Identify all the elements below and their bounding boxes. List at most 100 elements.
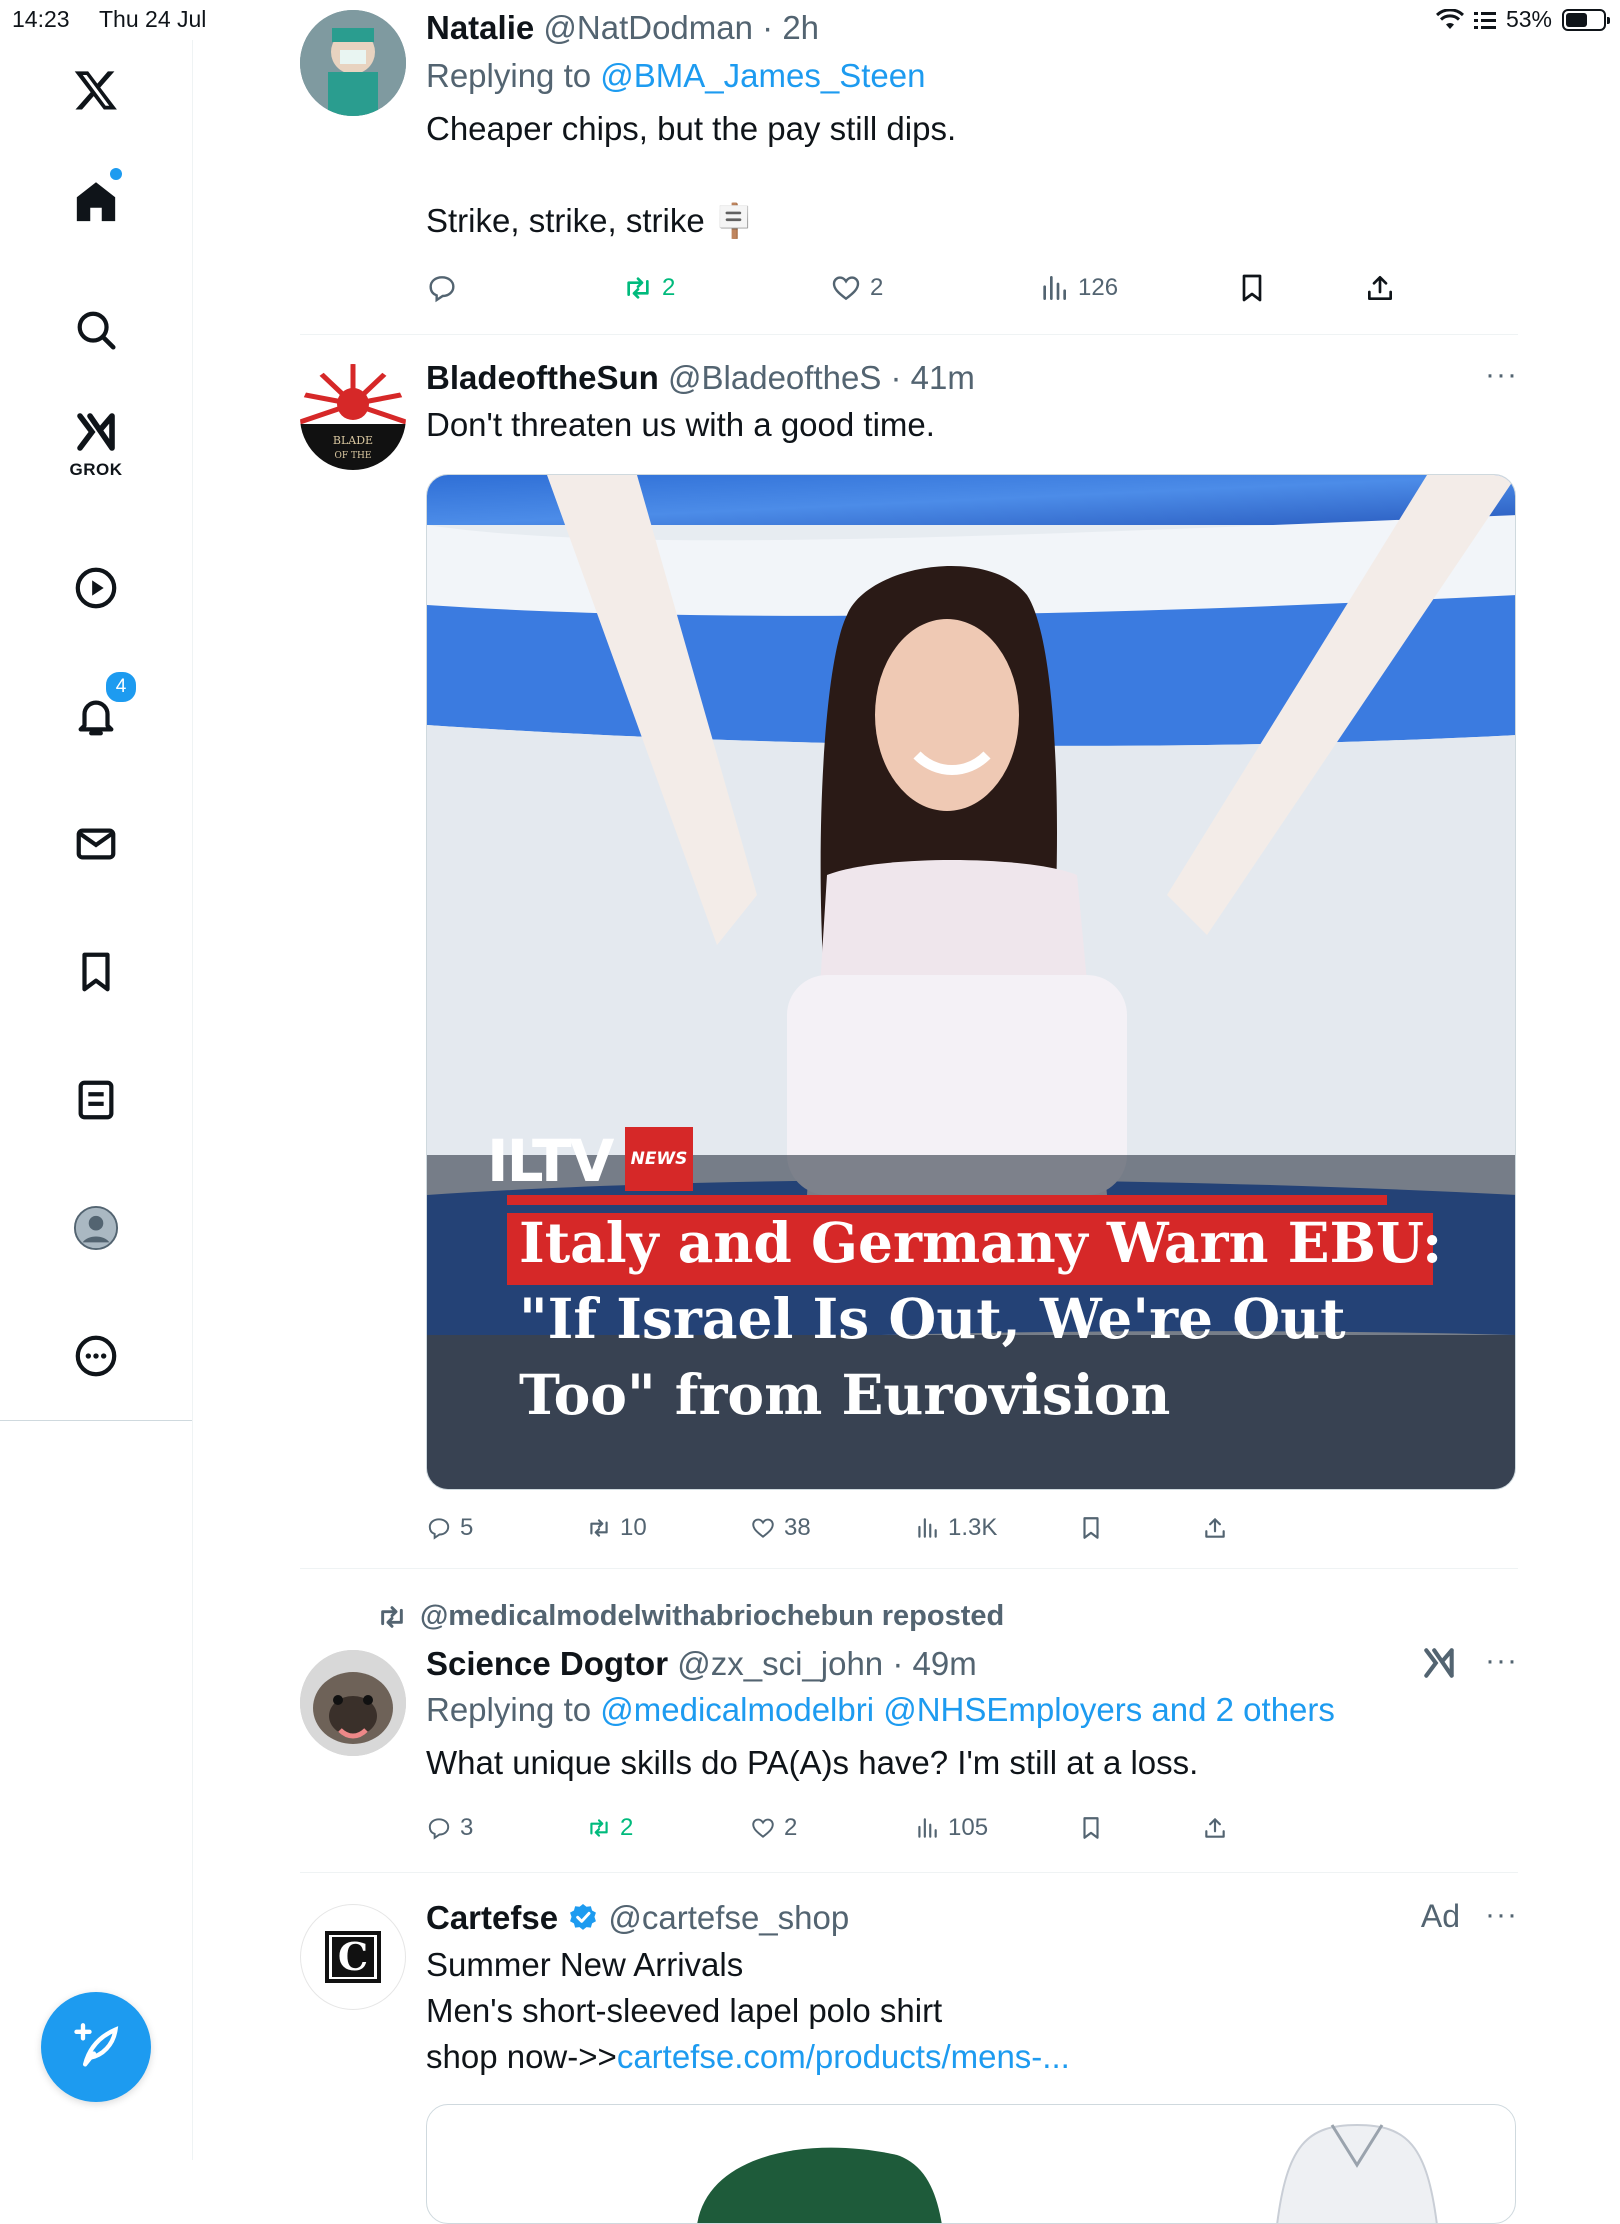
nav-home[interactable] xyxy=(56,162,136,242)
nav-profile[interactable] xyxy=(56,1188,136,1268)
heart-icon xyxy=(752,1818,774,1838)
author-handle[interactable]: @BladeoftheS xyxy=(668,359,881,396)
heart-icon xyxy=(752,1518,774,1538)
views-button[interactable]: 105 xyxy=(914,1814,988,1842)
post-actions: 2 2 126 xyxy=(426,268,1426,308)
share-button[interactable] xyxy=(1202,1815,1228,1841)
replying-to: Replying to @medicalmodelbri @NHSEmploye… xyxy=(426,1691,1335,1728)
nav-messages[interactable] xyxy=(56,804,136,884)
post-media-image[interactable]: ILTV NEWS Italy and Germany Warn EBU: "I… xyxy=(426,474,1516,1490)
post-divider xyxy=(300,1872,1518,1873)
ad-link[interactable]: cartefse.com/products/mens-... xyxy=(617,2038,1070,2075)
bookmark-icon xyxy=(1242,274,1262,302)
verified-badge-icon xyxy=(570,1904,597,1930)
reply-icon xyxy=(428,1818,450,1840)
bookmark-icon xyxy=(1083,1817,1099,1839)
reposted-by[interactable]: @medicalmodelwithabriochebun reposted xyxy=(376,1600,1004,1633)
bookmark-button[interactable] xyxy=(1236,272,1268,304)
search-icon xyxy=(77,311,116,350)
more-options-button[interactable]: ··· xyxy=(1485,1644,1518,1678)
nav-search[interactable] xyxy=(56,290,136,370)
author-name[interactable]: Science Dogtor xyxy=(426,1645,668,1682)
post-content: BladeoftheSun @BladeoftheS · 41m ··· Don… xyxy=(426,358,1518,1541)
repost-icon xyxy=(590,1819,608,1837)
repost-button[interactable]: 2 xyxy=(622,272,675,304)
ad-media-image[interactable] xyxy=(426,2104,1516,2224)
author-name[interactable]: BladeoftheSun xyxy=(426,359,659,396)
like-button[interactable]: 2 xyxy=(750,1814,797,1842)
nav-lists[interactable] xyxy=(56,1060,136,1140)
repost-button[interactable]: 2 xyxy=(586,1814,633,1842)
post-content: Science Dogtor @zx_sci_john · 49m ··· Re… xyxy=(426,1644,1518,1841)
post-time: · 41m xyxy=(890,359,975,396)
bookmarks-icon xyxy=(82,952,110,992)
like-button[interactable]: 38 xyxy=(750,1514,811,1542)
bookmark-button[interactable] xyxy=(1078,1515,1104,1541)
views-icon xyxy=(918,1518,937,1538)
more-options-button[interactable]: ··· xyxy=(1485,358,1518,392)
bookmark-button[interactable] xyxy=(1078,1815,1104,1841)
status-time: 14:23 xyxy=(12,6,70,32)
nav-bookmarks[interactable] xyxy=(56,932,136,1012)
video-icon xyxy=(75,567,117,609)
grok-icon xyxy=(1424,1648,1454,1678)
views-button[interactable]: 1.3K xyxy=(914,1514,997,1542)
repost-icon xyxy=(627,277,649,299)
post-header: Natalie @NatDodman · 2h xyxy=(426,8,1518,48)
profile-icon xyxy=(73,1205,119,1251)
reply-icon xyxy=(428,1518,450,1540)
post-content: Cartefse @cartefse_shop Ad ··· Summer Ne… xyxy=(426,1898,1518,2224)
nav-notifications[interactable]: 4 xyxy=(56,670,138,756)
heart-icon xyxy=(832,276,860,301)
reply-button[interactable]: 5 xyxy=(426,1514,473,1542)
repost-button[interactable]: 10 xyxy=(586,1514,647,1542)
grok-icon xyxy=(77,413,115,451)
views-button[interactable]: 126 xyxy=(1038,272,1118,304)
post-text: What unique skills do PA(A)s have? I'm s… xyxy=(426,1744,1199,1781)
post-header: Science Dogtor @zx_sci_john · 49m xyxy=(426,1644,1518,1684)
post-text: Summer New Arrivals Men's short-sleeved … xyxy=(426,1942,1518,2080)
author-handle[interactable]: @zx_sci_john xyxy=(677,1645,883,1682)
iltv-news-tag: NEWS xyxy=(624,1127,694,1191)
ad-label: Ad xyxy=(1420,1898,1460,1934)
replying-to-link[interactable]: @medicalmodelbri @NHSEmployers and 2 oth… xyxy=(600,1691,1335,1728)
post-header: Cartefse @cartefse_shop xyxy=(426,1898,1518,1938)
compose-button[interactable] xyxy=(41,1992,151,2102)
avatar[interactable] xyxy=(300,1650,406,1756)
like-button[interactable]: 2 xyxy=(830,272,883,304)
reply-button[interactable] xyxy=(426,272,466,304)
author-handle[interactable]: @cartefse_shop xyxy=(608,1899,849,1936)
avatar-image xyxy=(300,1650,406,1756)
post-divider xyxy=(300,334,1518,335)
replying-to-link[interactable]: @BMA_James_Steen xyxy=(600,57,925,94)
nav-video[interactable] xyxy=(56,548,136,628)
author-name[interactable]: Natalie xyxy=(426,9,534,46)
svg-text:BLADE: BLADE xyxy=(333,434,373,447)
nav-more[interactable] xyxy=(56,1316,136,1396)
replying-to: Replying to @BMA_James_Steen xyxy=(426,57,926,94)
share-button[interactable] xyxy=(1202,1515,1228,1541)
reply-button[interactable]: 3 xyxy=(426,1814,473,1842)
avatar[interactable] xyxy=(300,10,406,116)
author-name[interactable]: Cartefse xyxy=(426,1899,558,1936)
avatar[interactable]: BLADE OF THE xyxy=(300,364,406,470)
avatar[interactable]: C xyxy=(300,1904,406,2010)
share-button[interactable] xyxy=(1364,272,1396,304)
post-divider xyxy=(300,1568,1518,1569)
nav-grok[interactable]: GROK xyxy=(56,408,136,518)
post-actions: 3 2 2 105 xyxy=(426,1808,1226,1848)
status-date: Thu 24 Jul xyxy=(99,6,207,32)
x-logo-icon[interactable] xyxy=(56,50,136,130)
reply-icon xyxy=(429,276,455,303)
grok-explain-button[interactable] xyxy=(1420,1644,1458,1687)
views-icon xyxy=(1043,276,1066,300)
svg-text:OF THE: OF THE xyxy=(335,451,372,461)
more-options-button[interactable]: ··· xyxy=(1485,1898,1518,1932)
bookmark-icon xyxy=(1083,1517,1099,1539)
views-icon xyxy=(918,1818,937,1838)
post-content: Natalie @NatDodman · 2h Replying to @BMA… xyxy=(426,8,1518,303)
author-handle[interactable]: @NatDodman xyxy=(543,9,753,46)
iltv-logo: ILTV NEWS xyxy=(487,1127,694,1191)
post-text-line: Strike, strike, strike 🪧 xyxy=(426,202,755,239)
media-headline: Italy and Germany Warn EBU: "If Israel I… xyxy=(519,1210,1443,1427)
